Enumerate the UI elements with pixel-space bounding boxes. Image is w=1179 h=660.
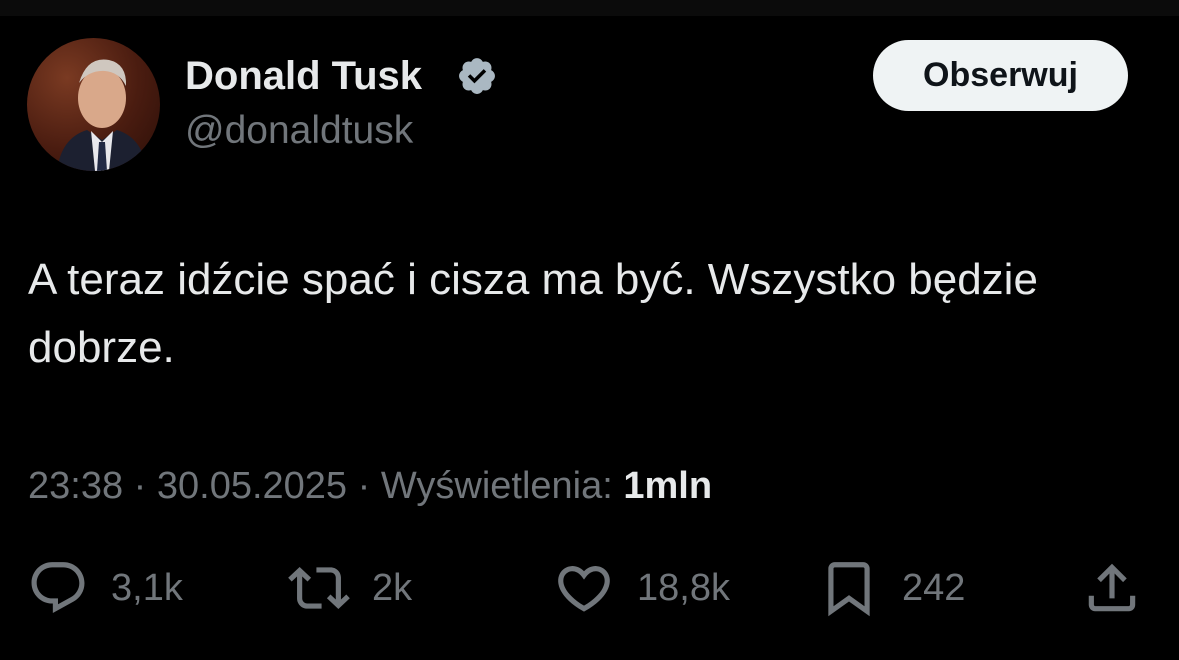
like-button[interactable]: 18,8k — [553, 556, 730, 620]
action-bar: 3,1k 2k 18,8k 242 — [0, 556, 1179, 620]
repost-button[interactable]: 2k — [288, 556, 412, 620]
like-count: 18,8k — [637, 566, 730, 609]
avatar-portrait-icon — [57, 59, 147, 171]
tweet-date[interactable]: 30.05.2025 — [157, 465, 347, 507]
views-label: Wyświetlenia: — [380, 465, 613, 507]
bookmark-button[interactable]: 242 — [818, 556, 965, 620]
meta-separator: · — [133, 465, 147, 507]
reply-button[interactable]: 3,1k — [27, 556, 183, 620]
views-count[interactable]: 1mln — [623, 465, 712, 507]
share-button[interactable] — [1081, 556, 1143, 620]
avatar[interactable] — [27, 38, 160, 171]
meta-separator: · — [357, 465, 371, 507]
repost-count: 2k — [372, 566, 413, 609]
verified-badge-icon — [459, 58, 495, 94]
tweet-time[interactable]: 23:38 — [28, 465, 123, 507]
bookmark-count: 242 — [902, 566, 966, 609]
tweet-text: A teraz idźcie spać i cisza ma być. Wszy… — [28, 255, 1038, 372]
follow-button[interactable]: Obserwuj — [873, 40, 1128, 111]
heart-icon — [558, 566, 610, 612]
author-handle[interactable]: @donaldtusk — [185, 108, 413, 154]
tweet-card: Donald Tusk @donaldtusk Obserwuj A teraz… — [0, 0, 1179, 660]
reply-count: 3,1k — [111, 566, 183, 609]
bookmark-icon — [828, 562, 870, 617]
reply-icon — [31, 562, 85, 614]
author-name[interactable]: Donald Tusk — [185, 52, 422, 100]
share-icon — [1088, 563, 1136, 612]
tweet-metadata: 23:38 · 30.05.2025 · Wyświetlenia: 1mln — [28, 462, 712, 510]
repost-icon — [288, 567, 350, 609]
